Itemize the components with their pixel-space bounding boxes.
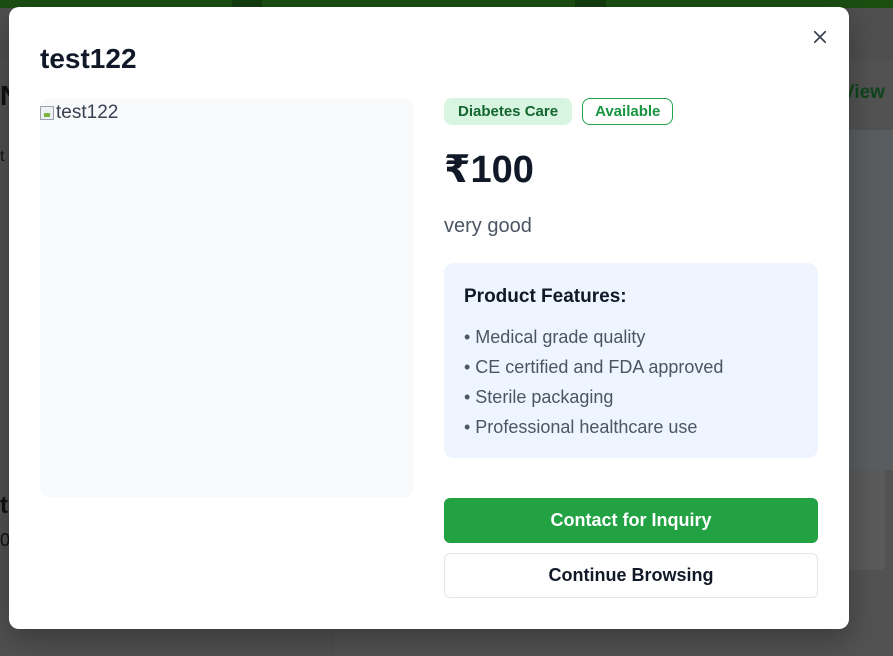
close-button[interactable] — [809, 27, 831, 49]
product-badges: Diabetes Care Available — [444, 98, 674, 125]
features-title: Product Features: — [464, 286, 627, 307]
feature-item: • Sterile packaging — [464, 387, 614, 407]
modal-title: test122 — [40, 43, 137, 74]
product-description: very good — [444, 215, 532, 237]
features-list: • Medical grade quality • CE certified a… — [464, 322, 798, 442]
product-image-alt-text: test122 — [56, 102, 119, 123]
feature-item: • Professional healthcare use — [464, 417, 698, 437]
product-features-panel: Product Features: • Medical grade qualit… — [444, 263, 818, 458]
product-detail-modal: test122 test122 Diabetes Care Available … — [9, 7, 849, 629]
product-price: ₹100 — [444, 149, 534, 191]
feature-item: • Medical grade quality — [464, 327, 646, 347]
product-image: test122 — [40, 102, 118, 124]
contact-for-inquiry-button[interactable]: Contact for Inquiry — [444, 498, 818, 543]
close-icon — [813, 30, 827, 43]
product-image-container: test122 — [40, 98, 414, 497]
availability-badge: Available — [582, 98, 674, 125]
broken-image-icon — [40, 106, 54, 120]
category-badge: Diabetes Care — [444, 98, 573, 125]
continue-browsing-button[interactable]: Continue Browsing — [444, 553, 818, 598]
feature-item: • CE certified and FDA approved — [464, 357, 724, 377]
